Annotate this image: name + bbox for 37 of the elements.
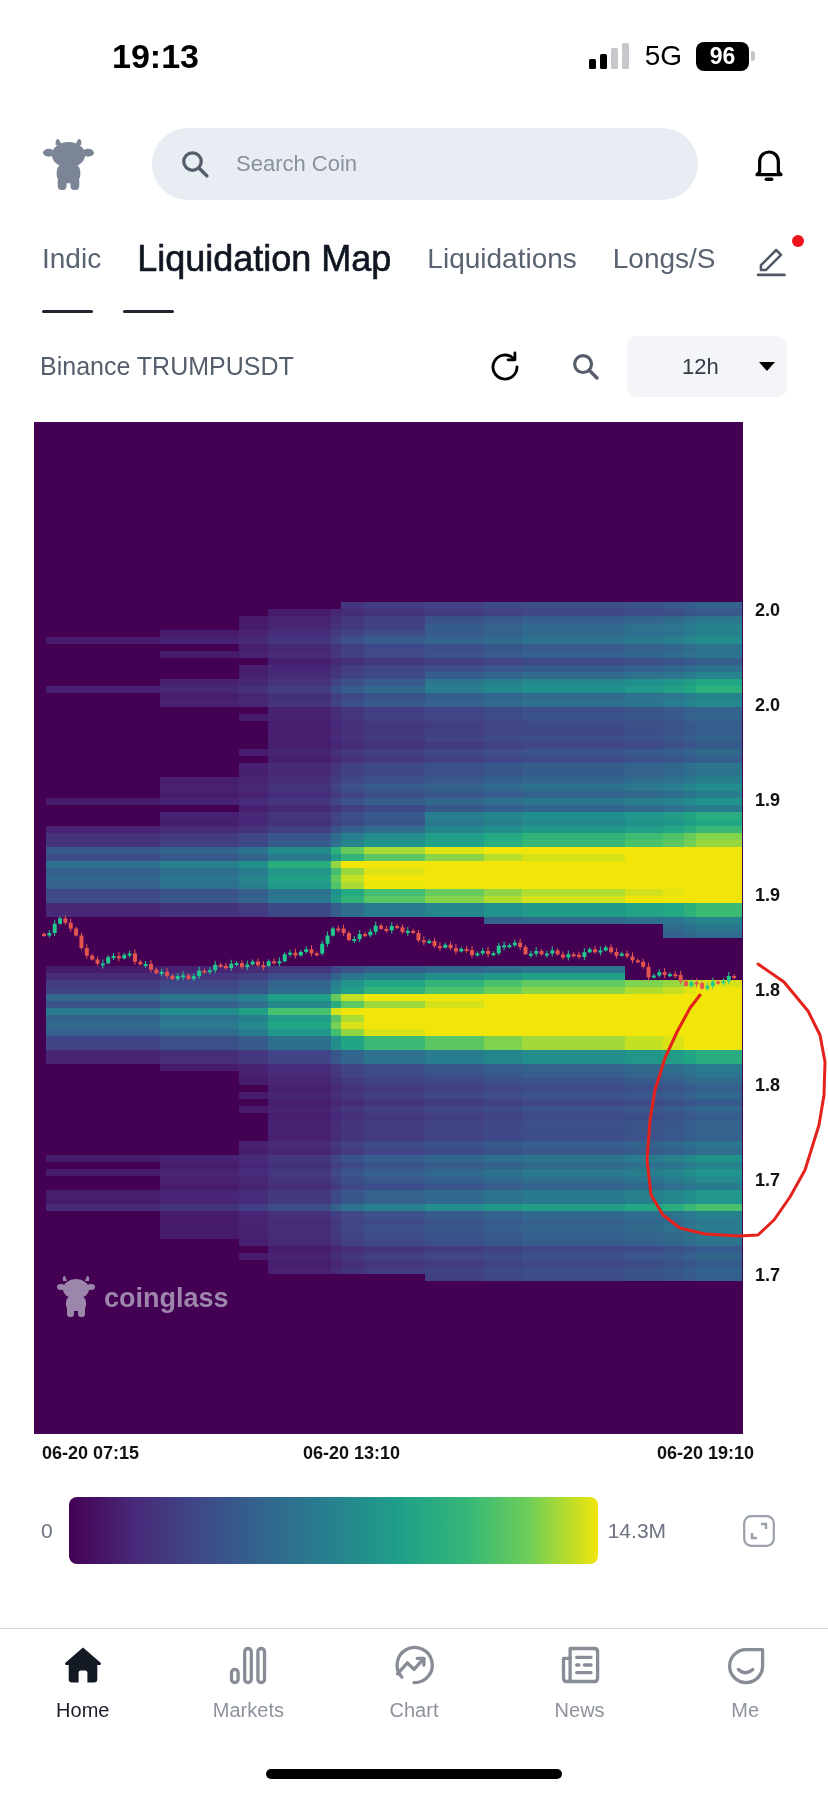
tab[interactable]: Liquidation Map: [137, 237, 392, 281]
y-axis-label: 1.8: [755, 980, 781, 1000]
x-axis-label: 06-20 13:10: [303, 1443, 401, 1463]
y-axis-label: 2.0: [755, 600, 781, 620]
y-axis-label: 1.9: [755, 790, 781, 810]
y-axis-label: 1.8: [755, 1075, 781, 1095]
x-axis-label: 06-20 19:10: [656, 1443, 754, 1463]
pair-label: Binance TRUMPUSDT: [40, 350, 294, 382]
bottom-nav-tab[interactable]: Markets: [165, 1629, 332, 1738]
cow-mascot-icon: [57, 1276, 95, 1317]
y-axis-label: 1.9: [755, 885, 781, 905]
signal-icon: [588, 43, 629, 69]
battery-indicator: 96: [696, 41, 755, 71]
bottom-nav-tab[interactable]: News: [496, 1629, 663, 1738]
network-label: 5G: [644, 42, 682, 70]
trend-chart-icon: [392, 1643, 436, 1687]
cow-mascot-icon[interactable]: [43, 137, 94, 191]
scale-max-label: 14.3M: [607, 1517, 667, 1544]
y-axis-label: 1.7: [755, 1265, 781, 1285]
chart-watermark: coinglass: [104, 1283, 229, 1313]
bottom-nav-tab[interactable]: Chart: [331, 1629, 497, 1738]
caret-icon: [759, 362, 775, 371]
scale-min-label: 0: [41, 1517, 53, 1544]
x-axis-label: 06-20 07:15: [42, 1443, 140, 1463]
tab[interactable]: Longs/S: [612, 242, 716, 276]
search-field[interactable]: Search Coin: [152, 128, 698, 200]
tab[interactable]: Indic: [42, 242, 102, 276]
interval-dropdown[interactable]: 12h: [627, 336, 787, 397]
tab[interactable]: Liquidations: [427, 242, 577, 276]
status-time: 19:13: [112, 39, 199, 73]
expand-icon[interactable]: [743, 1514, 775, 1547]
y-axis-label: 2.0: [755, 695, 781, 715]
search-icon: [180, 149, 210, 179]
search-icon[interactable]: [571, 352, 600, 381]
bottom-nav-tab[interactable]: Home: [0, 1629, 166, 1738]
bottom-nav-tab[interactable]: Me: [662, 1629, 828, 1738]
y-axis-label: 1.7: [755, 1170, 781, 1190]
